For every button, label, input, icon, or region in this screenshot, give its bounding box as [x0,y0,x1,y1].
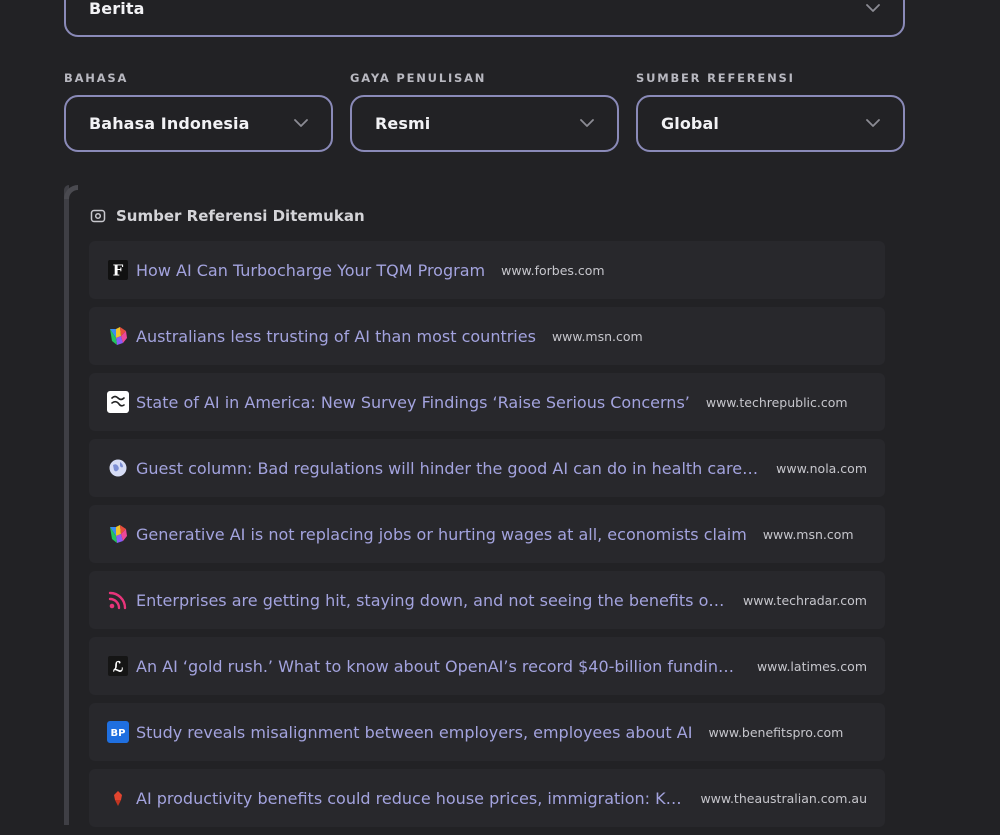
reference-item[interactable]: AI productivity benefits could reduce ho… [89,769,885,827]
reference-title-link[interactable]: Generative AI is not replacing jobs or h… [136,525,747,544]
reference-item[interactable]: Australians less trusting of AI than mos… [89,307,885,365]
benefitspro-icon: BP [107,721,129,743]
type-select[interactable]: Berita [64,0,905,37]
reference-domain: www.latimes.com [756,658,867,674]
reference-title-link[interactable]: Study reveals misalignment between emplo… [136,723,692,742]
reference-title-link[interactable]: Australians less trusting of AI than mos… [136,327,536,346]
source-select[interactable]: Global [636,95,905,152]
reference-title-link[interactable]: AI productivity benefits could reduce ho… [136,789,684,808]
svg-text:BP: BP [111,728,126,739]
svg-text:ℒ: ℒ [113,660,123,676]
reference-title-link[interactable]: An AI ‘gold rush.’ What to know about Op… [136,657,741,676]
language-label: BAHASA [64,71,129,85]
source-select-value: Global [661,114,719,133]
reference-item[interactable]: BP Study reveals misalignment between em… [89,703,885,761]
chevron-down-icon [293,116,309,132]
reference-domain: www.techradar.com [743,592,867,608]
rss-icon [107,589,129,611]
type-select-value: Berita [89,0,145,18]
references-panel-border [64,185,78,825]
reference-domain: www.techrepublic.com [705,394,848,410]
references-panel-header: Sumber Referensi Ditemukan [90,207,365,225]
references-panel-title: Sumber Referensi Ditemukan [116,207,365,225]
reference-item[interactable]: F How AI Can Turbocharge Your TQM Progra… [89,241,885,299]
globe-icon [107,457,129,479]
language-select[interactable]: Bahasa Indonesia [64,95,333,152]
style-select[interactable]: Resmi [350,95,619,152]
msn-icon [107,325,129,347]
svg-text:F: F [113,262,124,280]
reference-domain: www.forbes.com [501,262,605,278]
references-list: F How AI Can Turbocharge Your TQM Progra… [89,241,885,835]
reference-item[interactable]: Enterprises are getting hit, staying dow… [89,571,885,629]
reference-domain: www.msn.com [762,526,854,542]
reference-item[interactable]: Generative AI is not replacing jobs or h… [89,505,885,563]
reference-item[interactable]: State of AI in America: New Survey Findi… [89,373,885,431]
style-label: GAYA PENULISAN [350,71,487,85]
chevron-down-icon [865,0,881,16]
latimes-icon: ℒ [107,655,129,677]
reference-title-link[interactable]: Guest column: Bad regulations will hinde… [136,459,760,478]
reference-title-link[interactable]: State of AI in America: New Survey Findi… [136,393,690,412]
reference-item[interactable]: ℒ An AI ‘gold rush.’ What to know about … [89,637,885,695]
reference-title-link[interactable]: How AI Can Turbocharge Your TQM Program [136,261,485,280]
reference-domain: www.benefitspro.com [708,724,844,740]
source-label: SUMBER REFERENSI [636,71,795,85]
style-select-value: Resmi [375,114,431,133]
reference-domain: www.nola.com [776,460,867,476]
camera-icon [90,208,106,224]
reference-domain: www.theaustralian.com.au [700,790,867,806]
techrepublic-icon [107,391,129,413]
chevron-down-icon [579,116,595,132]
reference-title-link[interactable]: Enterprises are getting hit, staying dow… [136,591,727,610]
reference-domain: www.msn.com [551,328,643,344]
language-select-value: Bahasa Indonesia [89,114,250,133]
chevron-down-icon [865,116,881,132]
reference-item[interactable]: Guest column: Bad regulations will hinde… [89,439,885,497]
theaustralian-icon [107,787,129,809]
forbes-icon: F [107,259,129,281]
msn-icon [107,523,129,545]
